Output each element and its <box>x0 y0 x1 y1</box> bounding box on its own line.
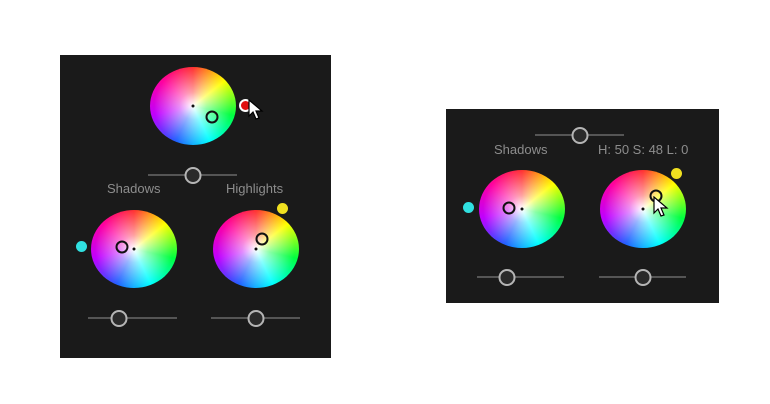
shadows-wheel-handle[interactable] <box>502 201 516 215</box>
highlights-label: Highlights <box>226 181 284 196</box>
pointer-cursor-icon <box>248 99 264 120</box>
slider-thumb[interactable] <box>634 269 652 286</box>
shadows-wheel-handle[interactable] <box>115 240 129 254</box>
shadows-luminance-slider[interactable] <box>477 269 564 286</box>
slider-track <box>477 276 564 278</box>
slider-track <box>88 317 177 319</box>
shadows-color-wheel[interactable] <box>91 210 177 288</box>
shadows-color-wheel[interactable] <box>479 170 565 248</box>
wheel-center-dot <box>254 247 258 251</box>
wheel-center-dot <box>132 247 136 251</box>
slider-thumb[interactable] <box>110 310 128 327</box>
shadows-color-swatch[interactable] <box>76 241 87 252</box>
slider-thumb[interactable] <box>498 269 516 286</box>
pointer-cursor-icon <box>653 196 669 217</box>
shadows-luminance-slider[interactable] <box>88 310 177 327</box>
wheel-center-dot <box>191 104 195 108</box>
color-grading-panel-right: Shadows H: 50 S: 48 L: 0 <box>446 109 719 303</box>
shadows-label: Shadows <box>107 181 161 196</box>
highlights-color-swatch[interactable] <box>671 168 682 179</box>
slider-thumb[interactable] <box>247 310 265 327</box>
shadows-color-swatch[interactable] <box>463 202 474 213</box>
blending-slider[interactable] <box>148 167 237 184</box>
blending-slider[interactable] <box>535 127 624 144</box>
highlights-color-swatch[interactable] <box>277 203 288 214</box>
global-color-wheel[interactable] <box>150 67 236 145</box>
highlights-wheel-handle[interactable] <box>255 232 269 246</box>
slider-thumb[interactable] <box>571 127 589 144</box>
highlights-luminance-slider[interactable] <box>211 310 300 327</box>
highlights-color-wheel[interactable] <box>213 210 299 288</box>
wheel-center-dot <box>641 207 645 211</box>
color-grading-panel-left: Shadows Highlights <box>60 55 331 358</box>
highlights-luminance-slider[interactable] <box>599 269 686 286</box>
stage: Shadows Highlights Shadows H: 50 S: 48 L… <box>0 0 770 404</box>
slider-thumb[interactable] <box>184 167 202 184</box>
hsl-readout: H: 50 S: 48 L: 0 <box>598 142 689 157</box>
global-wheel-handle[interactable] <box>205 110 219 124</box>
highlights-color-wheel[interactable] <box>600 170 686 248</box>
shadows-label: Shadows <box>494 142 548 157</box>
wheel-center-dot <box>520 207 524 211</box>
